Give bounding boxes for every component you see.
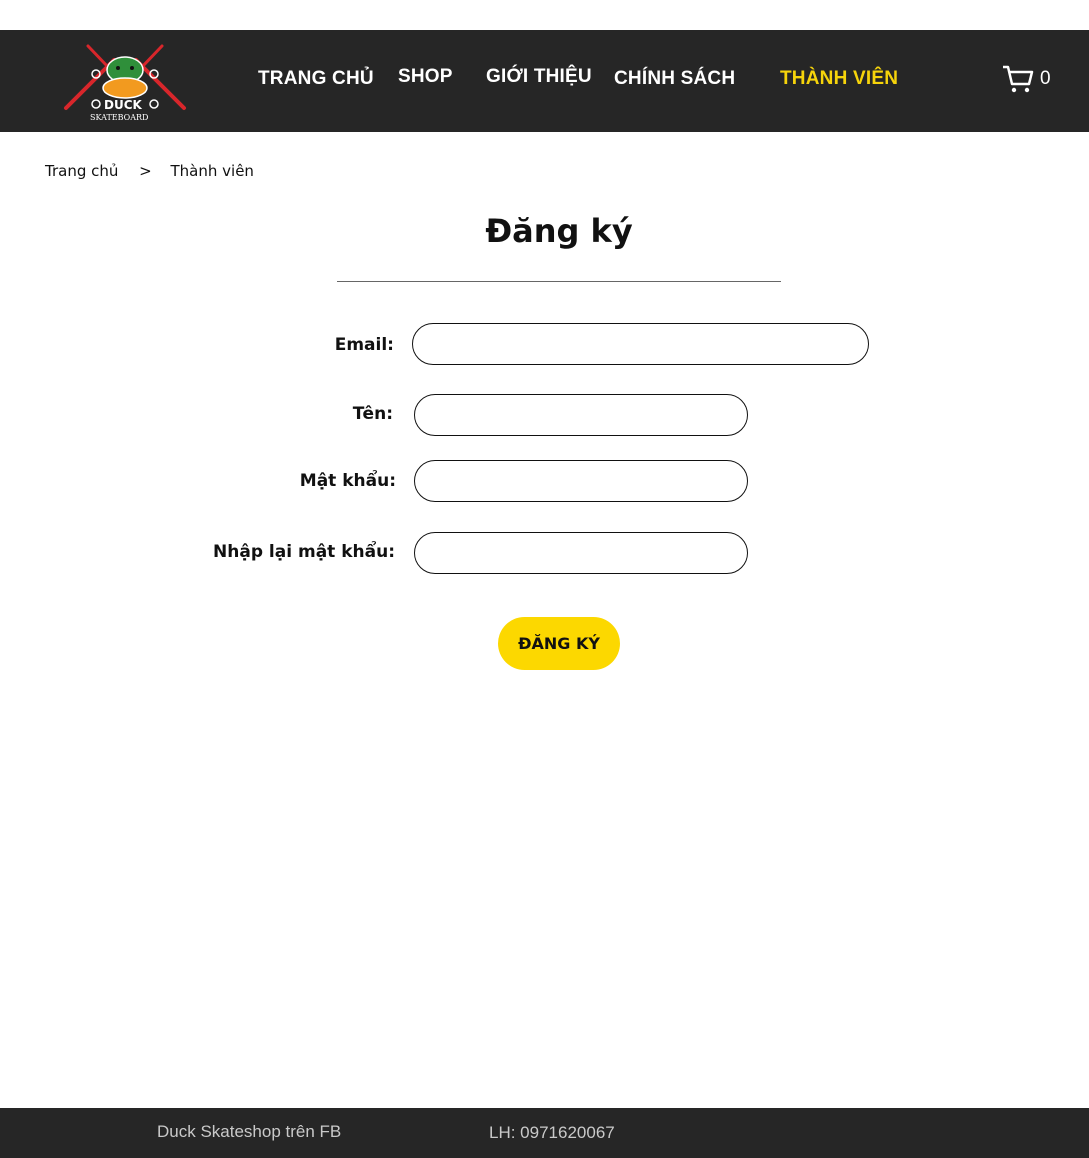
confirm-password-label: Nhập lại mật khẩu: (213, 542, 395, 562)
nav-item-shop[interactable]: SHOP (398, 66, 453, 88)
breadcrumb-home-link[interactable]: Trang chủ (45, 162, 118, 180)
breadcrumb-separator: > (139, 161, 152, 180)
logo-sub-text: SKATEBOARD (90, 113, 149, 122)
register-button[interactable]: ĐĂNG KÝ (498, 617, 620, 670)
cart-icon (1003, 65, 1034, 93)
logo-brand-text: DUCK (104, 98, 142, 112)
password-field[interactable] (414, 460, 748, 502)
name-label: Tên: (352, 404, 393, 424)
cart-button[interactable]: 0 (1002, 64, 1062, 96)
duck-skateboard-logo[interactable]: DUCK SKATEBOARD (60, 42, 190, 122)
title-divider (337, 281, 781, 282)
email-field[interactable] (412, 323, 869, 365)
name-field[interactable] (414, 394, 748, 436)
breadcrumb-current: Thành viên (170, 161, 254, 180)
confirm-password-field[interactable] (414, 532, 748, 574)
nav-item-chinh-sach[interactable]: CHÍNH SÁCH (614, 68, 735, 90)
footer-facebook-link[interactable]: Duck Skateshop trên FB (157, 1122, 341, 1142)
password-label: Mật khẩu: (299, 471, 396, 491)
footer-contact-text: LH: 0971620067 (489, 1123, 615, 1142)
site-header: DUCK SKATEBOARD TRANG CHỦ SHOP GIỚI THIỆ… (0, 30, 1089, 132)
site-footer: Duck Skateshop trên FB LH: 0971620067 (0, 1108, 1089, 1158)
nav-item-thanh-vien[interactable]: THÀNH VIÊN (780, 68, 898, 90)
breadcrumb: Trang chủ > Thành viên (45, 161, 254, 180)
nav-item-gioi-thieu[interactable]: GIỚI THIỆU (486, 66, 592, 88)
email-label: Email: (334, 335, 394, 355)
page-title: Đăng ký (485, 212, 633, 250)
cart-count: 0 (1040, 68, 1051, 89)
nav-item-trang-chu[interactable]: TRANG CHỦ (258, 68, 374, 90)
